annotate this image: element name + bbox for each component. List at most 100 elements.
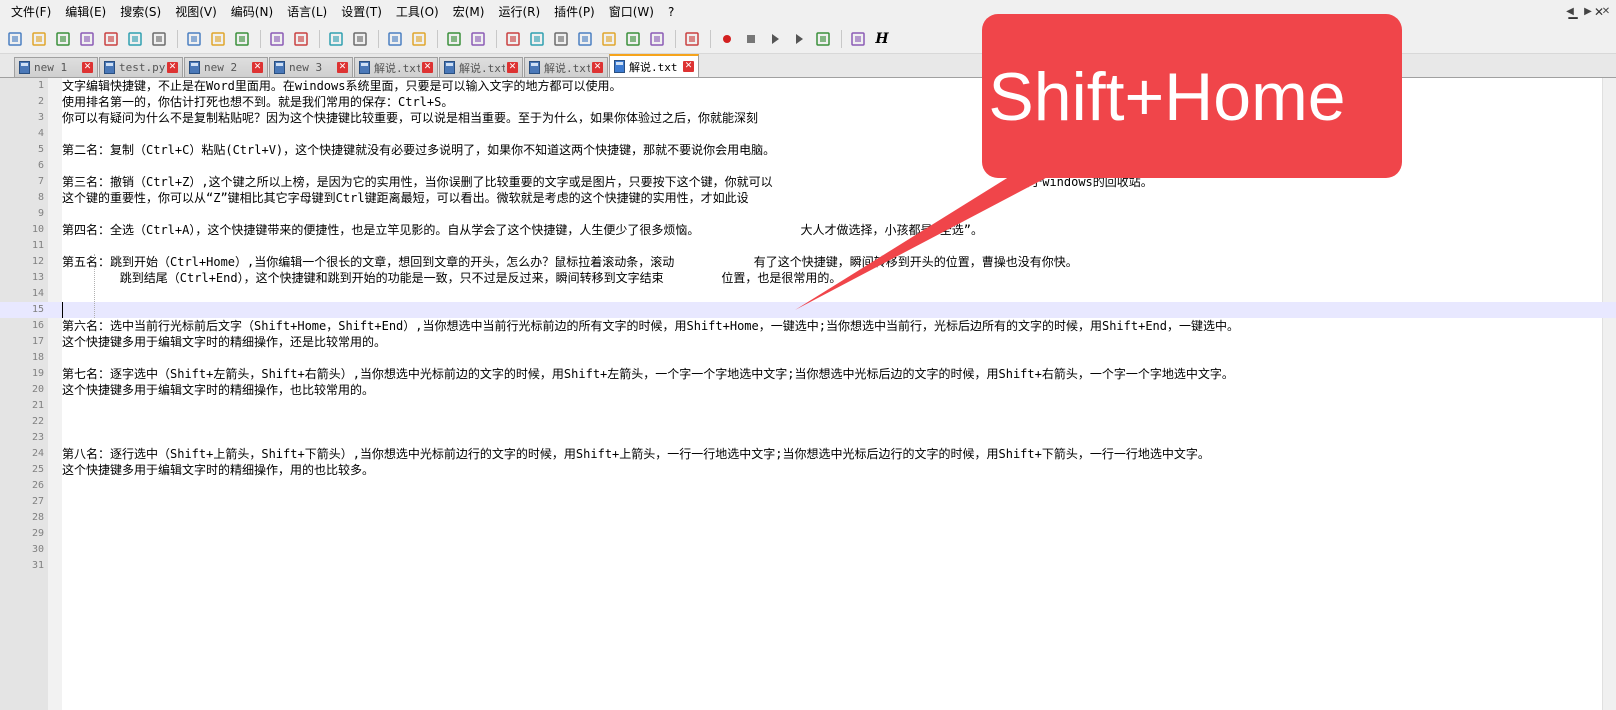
text-line[interactable]: 20 这个快捷键多用于编辑文字时的精细操作，也比较常用的。 (0, 382, 1616, 398)
save-macro-icon[interactable] (812, 28, 834, 50)
close-tab-icon[interactable]: ✕ (592, 62, 603, 73)
menu-item[interactable]: 窗口(W) (602, 0, 661, 24)
save-all-icon[interactable] (76, 28, 98, 50)
text-line[interactable]: 5 第二名：复制（Ctrl+C）粘贴(Ctrl+V)，这个快捷键就没有必要过多说明… (0, 142, 1616, 158)
close-tab-icon[interactable]: ✕ (683, 61, 694, 72)
close-tab-icon[interactable]: ✕ (507, 62, 518, 73)
replace-icon[interactable] (349, 28, 371, 50)
line-text[interactable]: 你可以有疑问为什么不是复制粘贴呢？因为这个快捷键比较重要，可以说是相当重要。至于… (62, 110, 758, 126)
open-file-icon[interactable] (28, 28, 50, 50)
print-icon[interactable] (148, 28, 170, 50)
line-text[interactable]: 这个快捷键多用于编辑文字时的精细操作，用的也比较多。 (62, 462, 374, 478)
zoom-out-icon[interactable] (408, 28, 430, 50)
text-line[interactable]: 4 (0, 126, 1616, 142)
menu-item[interactable]: 搜索(S) (113, 0, 168, 24)
line-text[interactable]: 第七名：逐字选中（Shift+左箭头，Shift+右箭头）,当你想选中光标前边的… (62, 366, 1234, 382)
text-line[interactable]: 15 (0, 302, 1616, 318)
line-text[interactable]: 这个快捷键多用于编辑文字时的精细操作，也比较常用的。 (62, 382, 374, 398)
tab[interactable]: 解说.txt ✕ (439, 57, 523, 77)
text-line[interactable]: 30 (0, 542, 1616, 558)
text-line[interactable]: 21 (0, 398, 1616, 414)
text-line[interactable]: 13 跳到结尾（Ctrl+End），这个快捷键和跳到开始的功能是一致，只不过是反… (0, 270, 1616, 286)
tab[interactable]: new 2 ✕ (184, 57, 268, 77)
monitor-icon[interactable] (681, 28, 703, 50)
text-line[interactable]: 8 这个键的重要性，你可以从“Z”键相比其它字母键到Ctrl键距离最短，可以看出。… (0, 190, 1616, 206)
sync-horizontal-icon[interactable] (467, 28, 489, 50)
line-text[interactable]: 第四名：全选（Ctrl+A），这个快捷键带来的便捷性，也是立竿见影的。自从学会了… (62, 222, 983, 238)
play-macro-icon[interactable] (764, 28, 786, 50)
new-file-icon[interactable] (4, 28, 26, 50)
text-line[interactable]: 12 第五名：跳到开始（Ctrl+Home）,当你编辑一个很长的文章，想回到文章的… (0, 254, 1616, 270)
close-tab-icon[interactable]: ✕ (252, 62, 263, 73)
text-line[interactable]: 10 第四名：全选（Ctrl+A），这个快捷键带来的便捷性，也是立竿见影的。自从学… (0, 222, 1616, 238)
text-line[interactable]: 6 (0, 158, 1616, 174)
menu-item[interactable]: 宏(M) (446, 0, 492, 24)
text-line[interactable]: 9 (0, 206, 1616, 222)
text-line[interactable]: 14 (0, 286, 1616, 302)
text-line[interactable]: 18 (0, 350, 1616, 366)
line-text[interactable]: 第八名：逐行选中（Shift+上箭头，Shift+下箭头）,当你想选中光标前边行… (62, 446, 1210, 462)
menu-item[interactable]: 设置(T) (334, 0, 389, 24)
text-line[interactable]: 2 使用排名第一的，你估计打死也想不到。就是我们常用的保存：Ctrl+S。 (0, 94, 1616, 110)
tab[interactable]: 解说.txt ✕ (354, 57, 438, 77)
text-line[interactable]: 19 第七名：逐字选中（Shift+左箭头，Shift+右箭头）,当你想选中光标前… (0, 366, 1616, 382)
undo-icon[interactable] (266, 28, 288, 50)
tab[interactable]: test.py ✕ (99, 57, 183, 77)
text-line[interactable]: 3 你可以有疑问为什么不是复制粘贴呢？因为这个快捷键比较重要，可以说是相当重要。至… (0, 110, 1616, 126)
tab[interactable]: new 3 ✕ (269, 57, 353, 77)
menu-item[interactable]: 编辑(E) (58, 0, 113, 24)
show-all-chars-icon[interactable] (526, 28, 548, 50)
save-icon[interactable] (52, 28, 74, 50)
close-tab-icon[interactable]: ✕ (82, 62, 93, 73)
indent-guide-icon[interactable] (550, 28, 572, 50)
line-text[interactable]: 跳到结尾（Ctrl+End），这个快捷键和跳到开始的功能是一致，只不过是反过来，… (62, 270, 842, 286)
record-macro-icon[interactable] (716, 28, 738, 50)
hex-icon[interactable] (847, 28, 869, 50)
menu-item[interactable]: ? (661, 0, 681, 24)
copy-icon[interactable] (207, 28, 229, 50)
close-icon[interactable] (100, 28, 122, 50)
line-text[interactable]: 第二名：复制（Ctrl+C）粘贴(Ctrl+V)，这个快捷键就没有必要过多说明了… (62, 142, 775, 158)
text-line[interactable]: 22 (0, 414, 1616, 430)
line-text[interactable]: 这个快捷键多用于编辑文字时的精细操作，还是比较常用的。 (62, 334, 386, 350)
hex-editor-button[interactable]: H (871, 28, 893, 50)
menu-item[interactable]: 文件(F) (4, 0, 58, 24)
text-line[interactable]: 28 (0, 510, 1616, 526)
text-line[interactable]: 25 这个快捷键多用于编辑文字时的精细操作，用的也比较多。 (0, 462, 1616, 478)
close-tab-icon[interactable]: ✕ (337, 62, 348, 73)
line-text[interactable]: 第六名：选中当前行光标前后文字（Shift+Home，Shift+End）,当你… (62, 318, 1239, 334)
text-line[interactable]: 7 第三名：撤销（Ctrl+Z）,这个键之所以上榜，是因为它的实用性，当你误删了比… (0, 174, 1616, 190)
function-list-icon[interactable] (622, 28, 644, 50)
text-line[interactable]: 16 第六名：选中当前行光标前后文字（Shift+Home，Shift+End）,… (0, 318, 1616, 334)
sync-vertical-icon[interactable] (443, 28, 465, 50)
run-macro-multiple-icon[interactable] (788, 28, 810, 50)
stop-record-icon[interactable] (740, 28, 762, 50)
tab[interactable]: 解说.txt ✕ (609, 54, 699, 77)
redo-icon[interactable] (290, 28, 312, 50)
line-text[interactable]: 文字编辑快捷键，不止是在Word里面用。在windows系统里面，只要是可以输入… (62, 78, 621, 94)
folder-workspace-icon[interactable] (646, 28, 668, 50)
close-tab-icon[interactable]: ✕ (422, 62, 433, 73)
text-line[interactable]: 26 (0, 478, 1616, 494)
menu-item[interactable]: 编码(N) (224, 0, 280, 24)
menu-item[interactable]: 插件(P) (547, 0, 602, 24)
close-tab-icon[interactable]: ✕ (167, 62, 178, 73)
text-line[interactable]: 11 (0, 238, 1616, 254)
zoom-in-icon[interactable] (384, 28, 406, 50)
tab[interactable]: new 1 ✕ (14, 57, 98, 77)
menu-item[interactable]: 运行(R) (491, 0, 547, 24)
line-text[interactable]: 使用排名第一的，你估计打死也想不到。就是我们常用的保存：Ctrl+S。 (62, 94, 453, 110)
word-wrap-icon[interactable] (502, 28, 524, 50)
line-text[interactable]: 第五名：跳到开始（Ctrl+Home）,当你编辑一个很长的文章，想回到文章的开头… (62, 254, 1078, 270)
tab-scroll-left-icon[interactable]: ◀ (1562, 4, 1578, 20)
line-text[interactable]: 第三名：撤销（Ctrl+Z）,这个键之所以上榜，是因为它的实用性，当你误删了比较… (62, 174, 1153, 190)
paste-icon[interactable] (231, 28, 253, 50)
find-icon[interactable] (325, 28, 347, 50)
text-line[interactable]: 29 (0, 526, 1616, 542)
close-all-icon[interactable] (124, 28, 146, 50)
line-text[interactable]: 这个键的重要性，你可以从“Z”键相比其它字母键到Ctrl键距离最短，可以看出。微… (62, 190, 749, 206)
text-line[interactable]: 27 (0, 494, 1616, 510)
menu-item[interactable]: 语言(L) (280, 0, 334, 24)
text-line[interactable]: 17 这个快捷键多用于编辑文字时的精细操作，还是比较常用的。 (0, 334, 1616, 350)
editor[interactable]: 1 文字编辑快捷键，不止是在Word里面用。在windows系统里面，只要是可以输… (0, 78, 1616, 710)
